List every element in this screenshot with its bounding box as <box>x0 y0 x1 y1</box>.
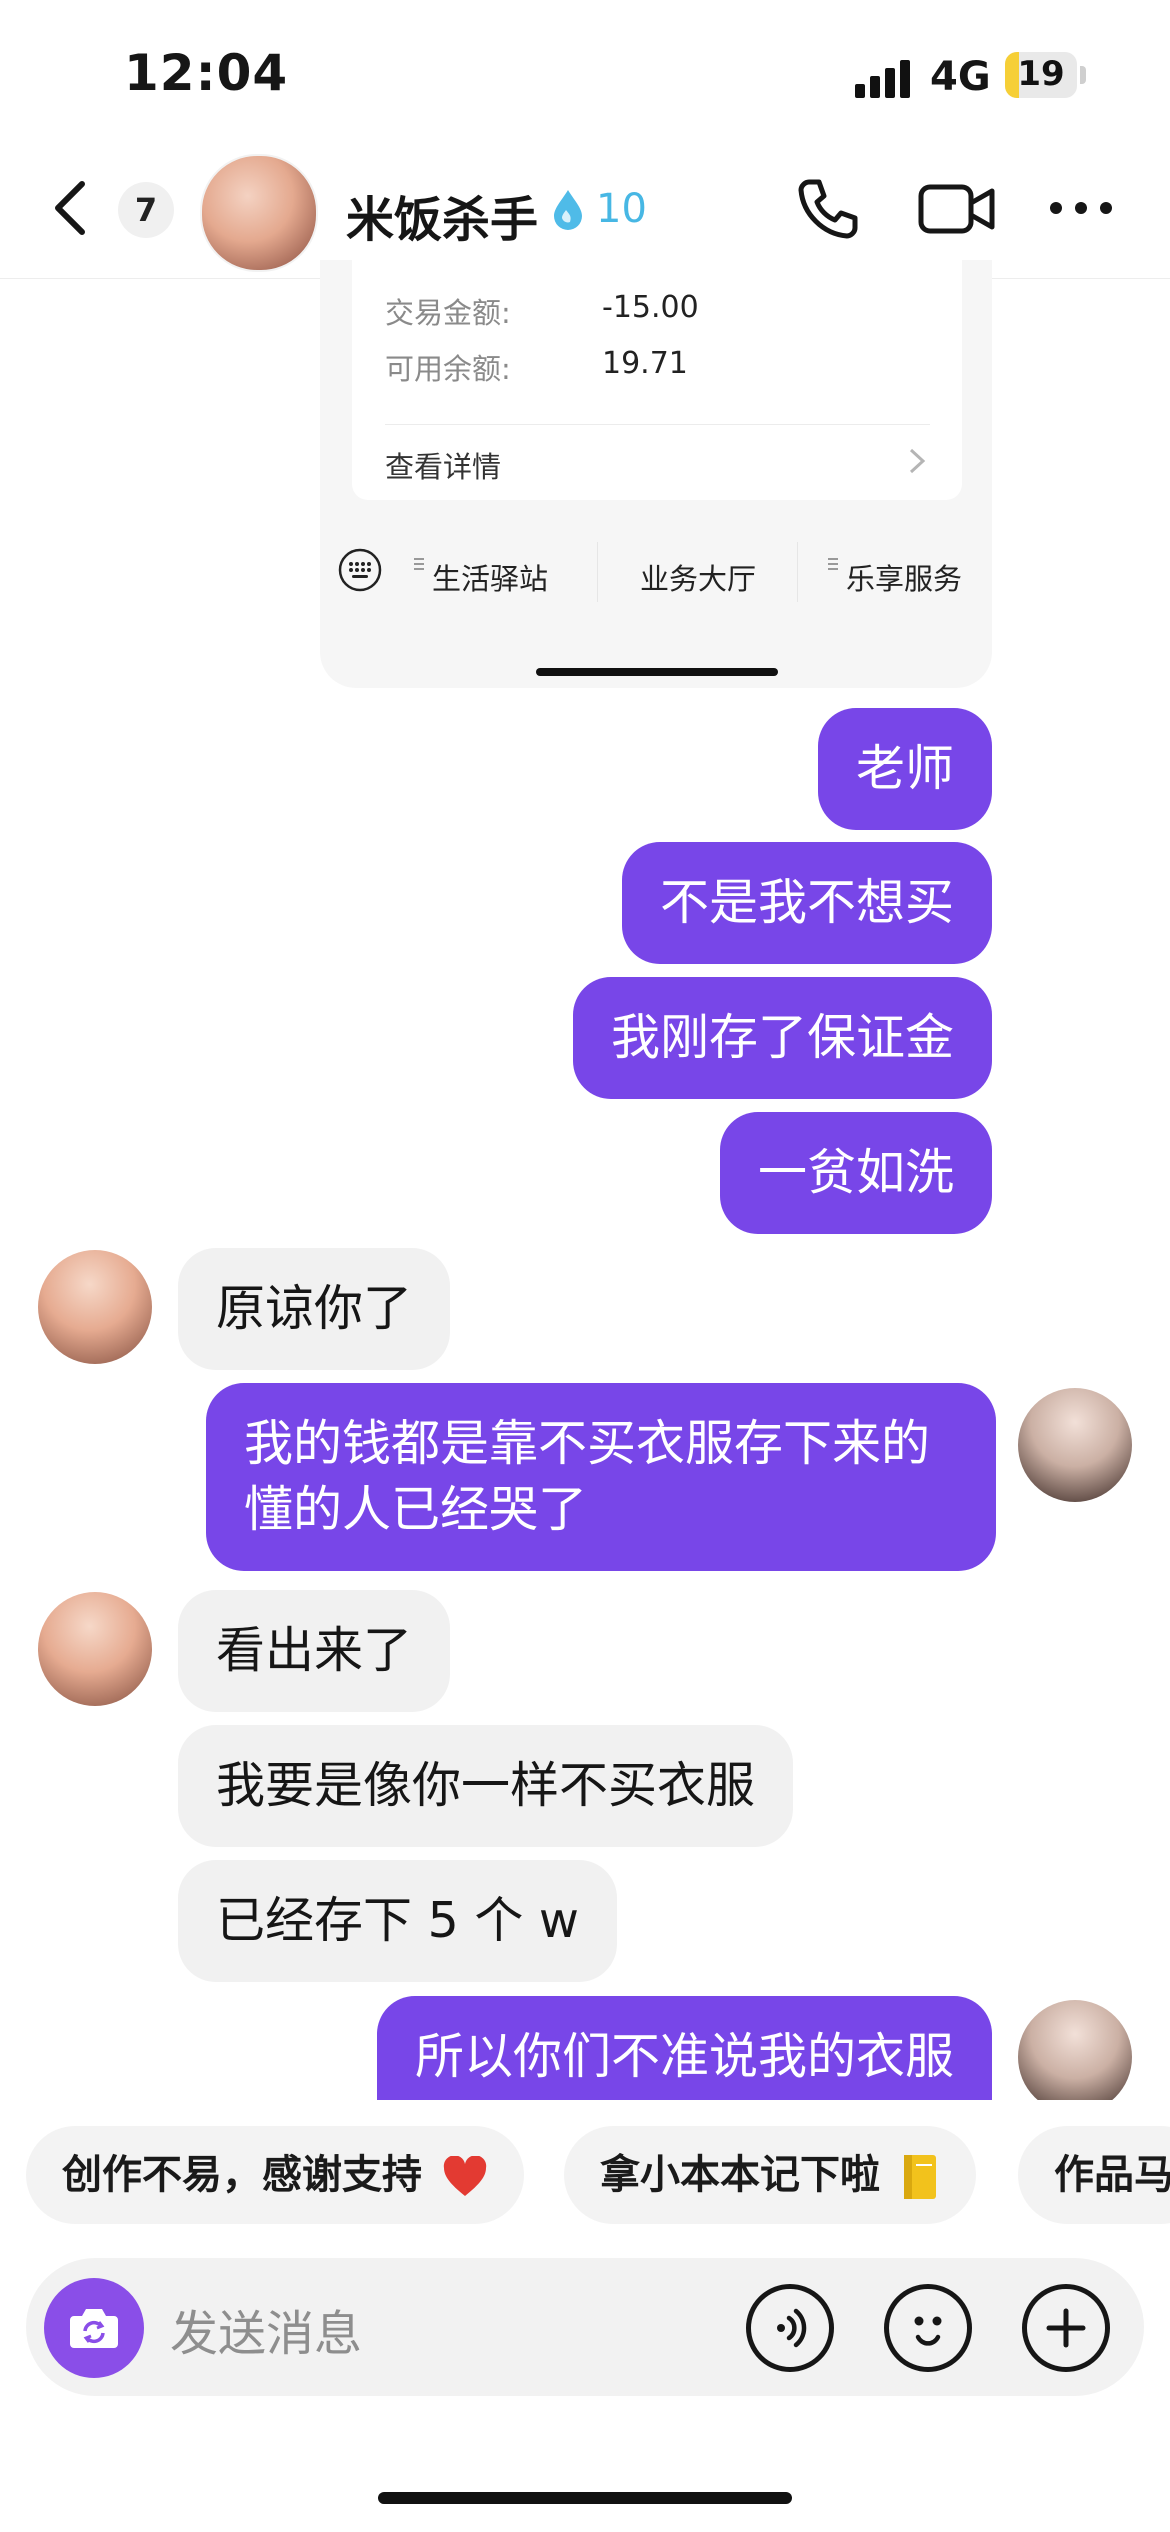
battery-percent: 19 <box>1017 54 1065 94</box>
menu-divider <box>797 542 798 602</box>
message-bubble-in[interactable]: 看出来了 <box>178 1590 451 1712</box>
card-divider <box>385 424 930 425</box>
phone-icon[interactable] <box>795 176 861 242</box>
quick-reply-strip: 创作不易，感谢支持 拿小本本记下啦 作品马 <box>0 2100 1170 2224</box>
quick-reply-label: 作品马 <box>1054 2152 1170 2198</box>
streak-drop-icon <box>554 190 582 230</box>
status-time: 12:04 <box>124 44 289 102</box>
menu-item-business[interactable]: 业务大厅 <box>640 556 756 598</box>
balance-label: 可用余额: <box>385 352 511 386</box>
more-icon[interactable] <box>1048 200 1114 216</box>
message-input[interactable]: 发送消息 <box>170 2294 362 2364</box>
emoji-icon <box>914 2316 942 2346</box>
video-camera-icon[interactable] <box>918 176 996 242</box>
contact-avatar[interactable] <box>200 154 318 272</box>
streak-count: 10 <box>596 186 647 232</box>
contact-name[interactable]: 米饭杀手 <box>346 180 538 250</box>
chevron-right-icon <box>909 448 926 474</box>
home-indicator <box>378 2492 792 2504</box>
my-avatar[interactable] <box>1018 2000 1132 2114</box>
battery-tip <box>1080 66 1086 84</box>
back-icon[interactable] <box>42 178 102 238</box>
message-bubble-out[interactable]: 我的钱都是靠不买衣服存下来的 懂的人已经哭了 <box>206 1383 996 1571</box>
network-label: 4G <box>930 54 991 100</box>
quick-reply-label: 创作不易，感谢支持 <box>62 2152 422 2198</box>
menu-item-life[interactable]: 生活驿站 <box>432 556 548 598</box>
plus-icon <box>1046 2308 1086 2348</box>
menu-divider <box>597 542 598 602</box>
card-home-indicator <box>536 668 778 676</box>
menu-list-icon <box>828 558 838 570</box>
peer-avatar[interactable] <box>38 1592 152 1706</box>
view-details-link[interactable]: 查看详情 <box>385 444 501 486</box>
transaction-amount-value: -15.00 <box>602 290 699 325</box>
emoji-button[interactable] <box>884 2284 972 2372</box>
camera-icon <box>70 2309 118 2348</box>
signal-icon <box>855 58 915 98</box>
voice-button[interactable] <box>746 2284 834 2372</box>
peer-avatar[interactable] <box>38 1250 152 1364</box>
my-avatar[interactable] <box>1018 1388 1132 1502</box>
quick-reply-chip[interactable]: 创作不易，感谢支持 <box>26 2126 524 2224</box>
menu-list-icon <box>414 558 424 570</box>
transaction-amount-label: 交易金额: <box>385 296 511 330</box>
message-bubble-out[interactable]: 不是我不想买 <box>621 842 992 964</box>
message-bubble-in[interactable]: 原谅你了 <box>178 1248 451 1370</box>
message-bubble-in[interactable]: 已经存下 5 个 w <box>178 1860 617 1982</box>
chat-header: 7 米饭杀手 10 <box>0 140 1170 279</box>
keyboard-icon[interactable] <box>338 548 382 592</box>
heart-icon <box>443 2156 487 2196</box>
unread-badge[interactable]: 7 <box>118 182 174 238</box>
menu-item-enjoy[interactable]: 乐享服务 <box>846 556 962 598</box>
quick-reply-label: 拿小本本记下啦 <box>600 2152 880 2198</box>
battery-icon: 19 <box>1005 52 1077 98</box>
message-bubble-out[interactable]: 老师 <box>817 708 992 830</box>
message-bubble-in[interactable]: 我要是像你一样不买衣服 <box>178 1725 794 1847</box>
quick-reply-chip[interactable]: 作品马 <box>1018 2126 1170 2224</box>
quick-reply-chip[interactable]: 拿小本本记下啦 <box>564 2126 976 2224</box>
notebook-icon <box>903 2155 936 2199</box>
voice-wave-icon <box>777 2308 807 2348</box>
message-bubble-out[interactable]: 一贫如洗 <box>719 1112 992 1234</box>
message-bubble-out[interactable]: 我刚存了保证金 <box>572 977 992 1099</box>
camera-button[interactable] <box>44 2278 144 2378</box>
balance-value: 19.71 <box>602 346 688 381</box>
add-button[interactable] <box>1022 2284 1110 2372</box>
